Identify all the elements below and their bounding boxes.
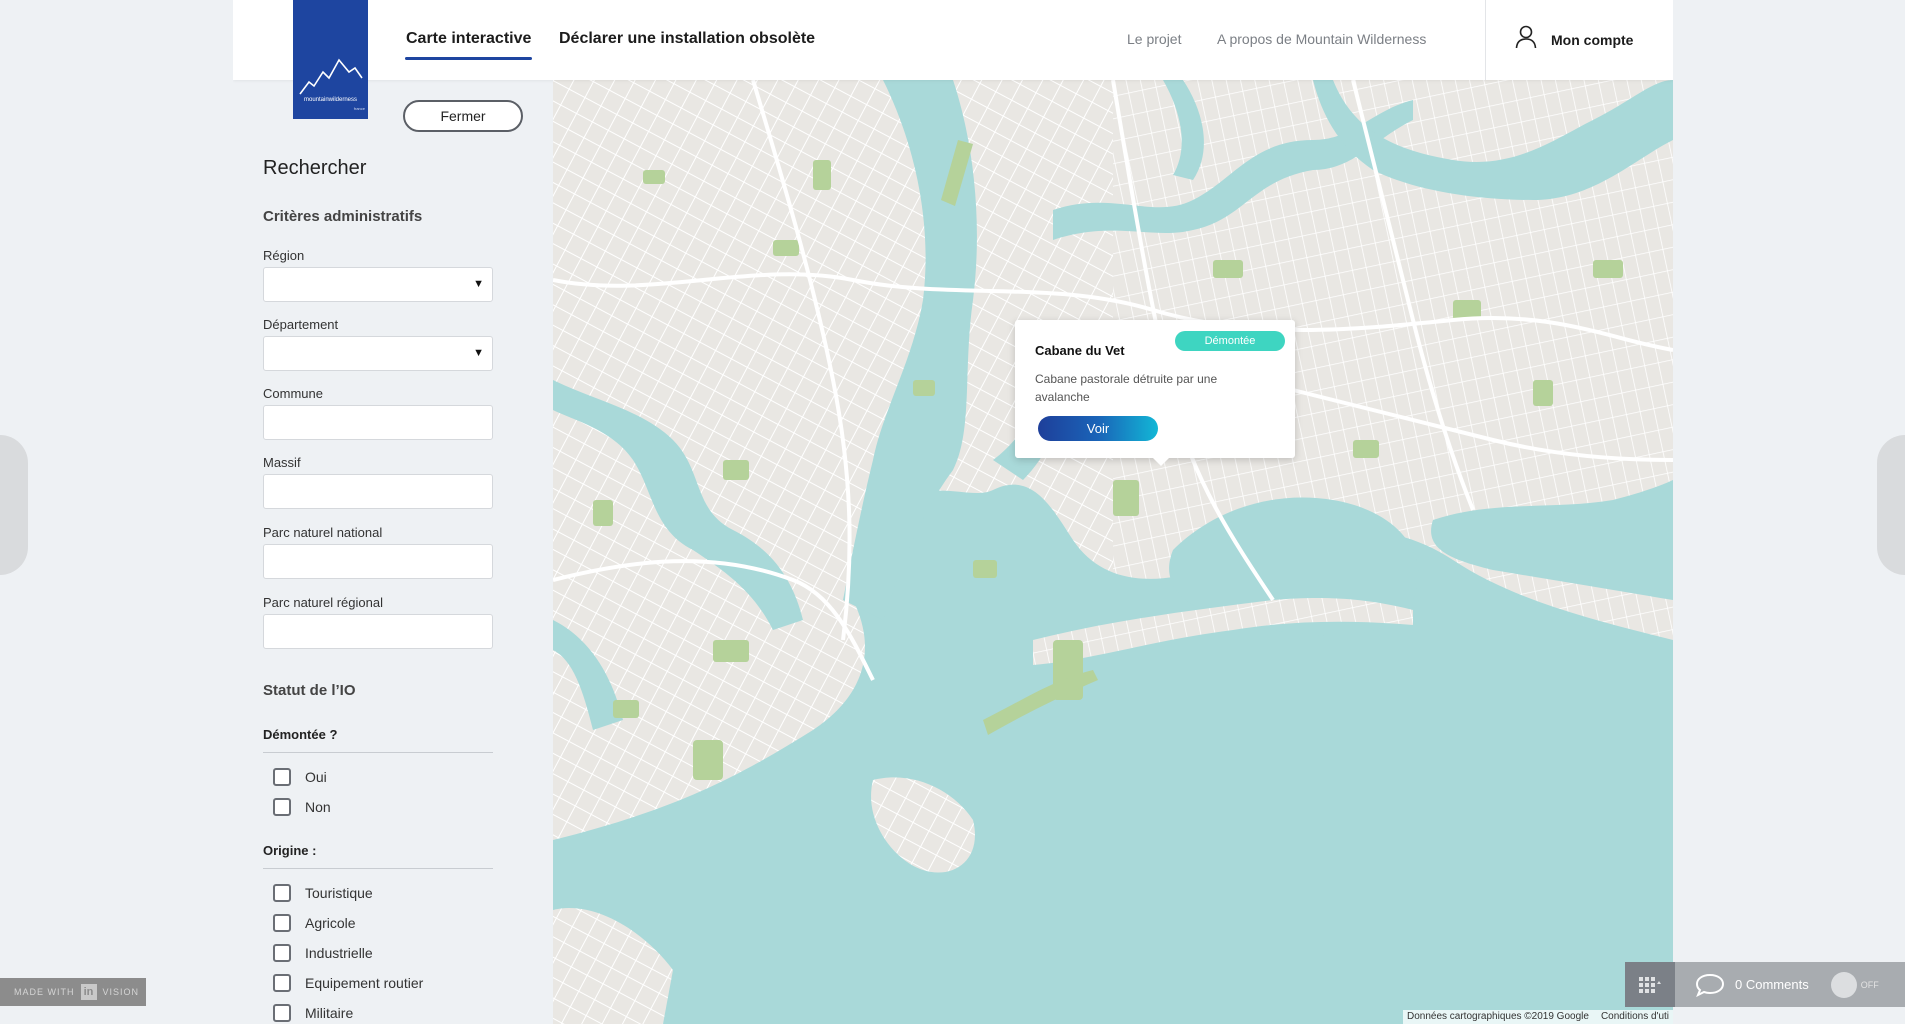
region-label: Région <box>263 248 305 263</box>
filter-sidebar: Fermer Rechercher Critères administratif… <box>233 80 553 1024</box>
logo-subtext: france <box>353 106 365 111</box>
map-data-credit: Données cartographiques ©2019 Google <box>1406 1011 1589 1022</box>
comments-count: 0 Comments <box>1735 977 1809 992</box>
region-select[interactable]: ▼ <box>263 267 493 302</box>
checkbox-box[interactable] <box>273 798 291 816</box>
account-menu[interactable]: Mon compte <box>1515 25 1633 54</box>
account-label: Mon compte <box>1551 31 1634 48</box>
map-tiles <box>553 80 1673 1024</box>
checkbox-agricole[interactable]: Agricole <box>273 914 356 932</box>
grid-icon <box>1639 976 1661 993</box>
checkbox-label: Industrielle <box>305 945 373 961</box>
logo-text: mountainwilderness <box>303 97 358 103</box>
checkbox-box[interactable] <box>273 768 291 786</box>
user-icon <box>1515 25 1537 54</box>
commune-input[interactable] <box>263 405 493 440</box>
checkbox-non[interactable]: Non <box>273 798 331 816</box>
invision-logo-icon: in <box>80 984 97 1000</box>
toggle-label: OFF <box>1860 979 1879 990</box>
parc-regional-label: Parc naturel régional <box>263 595 383 610</box>
nav-declarer-installation[interactable]: Déclarer une installation obsolète <box>559 30 815 48</box>
checkbox-label: Oui <box>305 769 327 785</box>
admin-criteria-title: Critères administratifs <box>263 208 423 225</box>
header-divider <box>1485 0 1486 80</box>
checkbox-label: Non <box>305 799 331 815</box>
close-button[interactable]: Fermer <box>403 100 523 132</box>
checkbox-box[interactable] <box>273 974 291 992</box>
search-title: Rechercher <box>263 157 367 179</box>
nav-a-propos[interactable]: A propos de Mountain Wilderness <box>1217 31 1426 47</box>
checkbox-industrielle[interactable]: Industrielle <box>273 944 373 962</box>
top-header: Carte interactive Déclarer une installat… <box>233 0 1673 80</box>
checkbox-equipement-routier[interactable]: Equipement routier <box>273 974 423 992</box>
voir-button[interactable]: Voir <box>1038 416 1158 441</box>
departement-select[interactable]: ▼ <box>263 336 493 371</box>
popup-title: Cabane du Vet <box>1035 343 1125 358</box>
prev-screen-handle[interactable] <box>0 435 28 575</box>
dropdown-arrow-icon: ▼ <box>473 278 484 290</box>
departement-label: Département <box>263 317 339 332</box>
grid-menu-button[interactable] <box>1625 962 1675 1007</box>
comments-button[interactable]: 0 Comments <box>1695 973 1809 997</box>
checkbox-militaire[interactable]: Militaire <box>273 1004 353 1022</box>
massif-label: Massif <box>263 455 301 470</box>
checkbox-label: Agricole <box>305 915 356 931</box>
popup-description: Cabane pastorale détruite par une avalan… <box>1035 372 1218 404</box>
checkbox-box[interactable] <box>273 884 291 902</box>
commune-label: Commune <box>263 386 323 401</box>
dropdown-arrow-icon: ▼ <box>473 347 484 359</box>
nav-carte-interactive[interactable]: Carte interactive <box>404 30 533 60</box>
nav-le-projet[interactable]: Le projet <box>1127 31 1181 47</box>
checkbox-label: Touristique <box>305 885 373 901</box>
comment-bubble-icon <box>1695 973 1725 997</box>
parc-regional-input[interactable] <box>263 614 493 649</box>
checkbox-box[interactable] <box>273 914 291 932</box>
mountain-wilderness-logo[interactable]: mountainwilderness france <box>293 0 368 119</box>
app-frame: Carte interactive Déclarer une installat… <box>233 0 1673 1024</box>
made-with-invision-badge[interactable]: MADE WITH in VISION <box>0 978 146 1006</box>
massif-input[interactable] <box>263 474 493 509</box>
comments-toggle[interactable]: OFF <box>1830 971 1879 998</box>
invision-toolbar: 0 Comments OFF <box>1625 962 1905 1007</box>
made-with-text: MADE WITH <box>14 987 75 997</box>
checkbox-label: Equipement routier <box>305 975 424 991</box>
checkbox-box[interactable] <box>273 944 291 962</box>
mountain-logo-icon <box>299 58 363 95</box>
origine-title: Origine : <box>263 843 493 869</box>
toggle-knob[interactable] <box>1830 971 1857 998</box>
map-terms-link[interactable]: Conditions d'uti <box>1601 1011 1669 1023</box>
checkbox-touristique[interactable]: Touristique <box>273 884 373 902</box>
checkbox-box[interactable] <box>273 1004 291 1022</box>
checkbox-oui[interactable]: Oui <box>273 768 327 786</box>
checkbox-label: Militaire <box>305 1005 354 1021</box>
next-screen-handle[interactable] <box>1877 435 1905 575</box>
interactive-map[interactable]: Démontée Cabane du Vet Cabane pastorale … <box>553 80 1673 1024</box>
vision-text: VISION <box>102 987 140 997</box>
parc-national-input[interactable] <box>263 544 493 579</box>
installation-popup: Démontée Cabane du Vet Cabane pastorale … <box>1015 320 1295 466</box>
demontee-title: Démontée ? <box>263 727 493 753</box>
status-title: Statut de l’IO <box>263 682 356 699</box>
map-credits: Données cartographiques ©2019 Google Con… <box>1402 1010 1673 1024</box>
status-badge: Démontée <box>1175 331 1285 351</box>
parc-national-label: Parc naturel national <box>263 525 383 540</box>
